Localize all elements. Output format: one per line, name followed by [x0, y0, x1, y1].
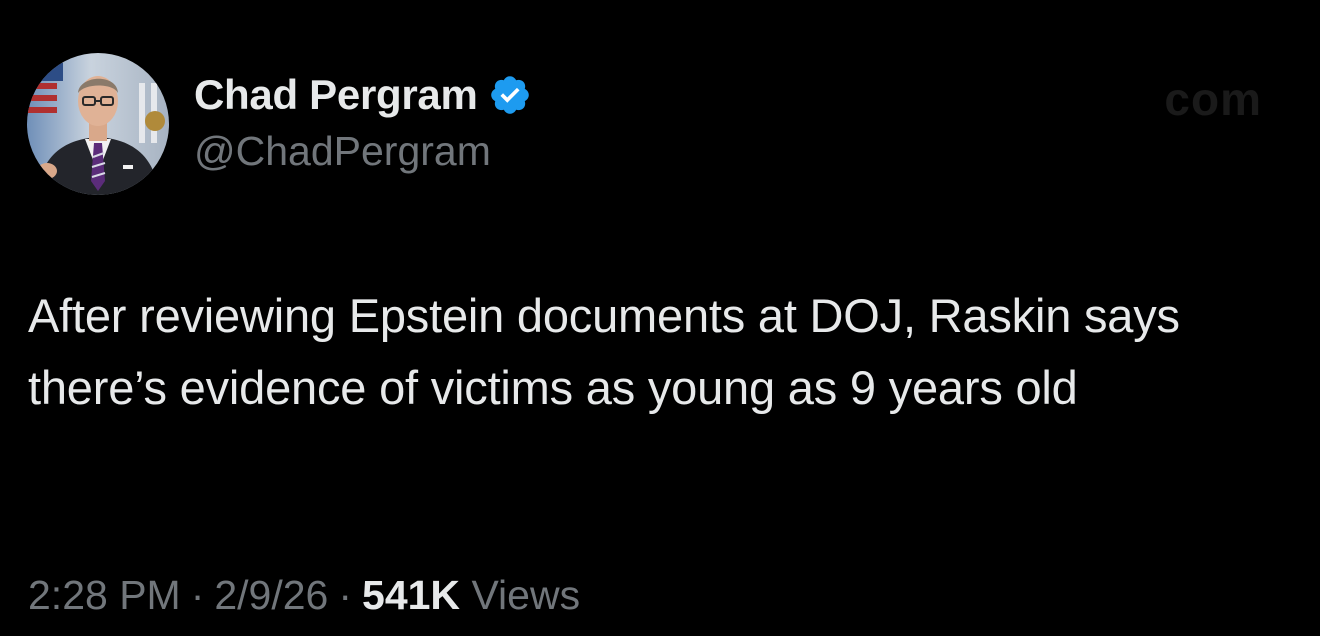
meta-separator: · [338, 572, 353, 618]
verified-badge-icon [488, 73, 532, 117]
tweet-date[interactable]: 2/9/26 [214, 572, 328, 618]
avatar[interactable] [27, 53, 169, 195]
watermark: com [1164, 73, 1262, 125]
tweet-text: After reviewing Epstein documents at DOJ… [28, 289, 1180, 414]
avatar-image [27, 53, 169, 195]
tweet-card: Chad Pergram @ChadPergram com After revi… [0, 0, 1320, 636]
tweet-meta: 2:28 PM · 2/9/26 · 541K Views [28, 572, 580, 619]
meta-separator: · [190, 572, 205, 618]
views-label: Views [471, 572, 581, 618]
name-row: Chad Pergram [194, 68, 532, 122]
user-handle[interactable]: @ChadPergram [194, 128, 491, 175]
views-count: 541K [362, 572, 461, 618]
tweet-time[interactable]: 2:28 PM [28, 572, 181, 618]
display-name[interactable]: Chad Pergram [194, 71, 478, 119]
